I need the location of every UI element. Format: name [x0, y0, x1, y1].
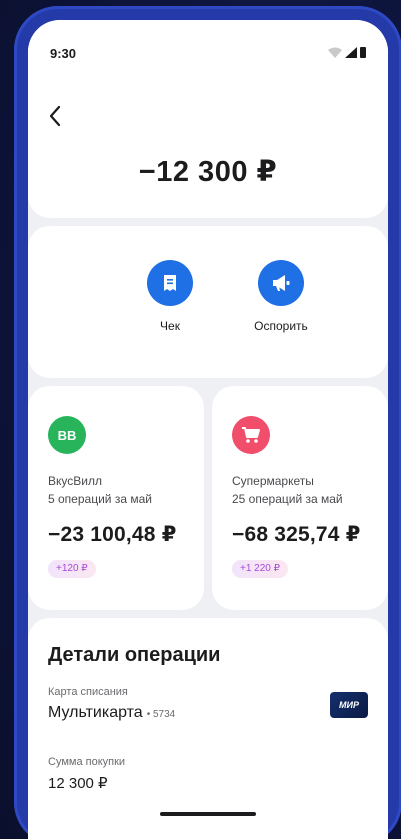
merchant-sum: −68 325,74 ₽: [232, 523, 361, 546]
bonus-badge: +120 ₽: [48, 560, 96, 578]
megaphone-icon: [273, 275, 290, 291]
bonus-badge: +1 220 ₽: [232, 560, 289, 578]
merchant-sum: −23 100,48 ₽: [48, 523, 177, 546]
merchant-ops: 25 операций за май: [232, 492, 343, 506]
mir-card-icon: МИР: [330, 692, 368, 718]
merchant-card-vkusvill[interactable]: ВВ ВкусВилл 5 операций за май −23 100,48…: [28, 386, 204, 610]
merchant-name: Супермаркеты: [232, 474, 314, 488]
cart-icon: [232, 416, 270, 454]
merchant-ops: 5 операций за май: [48, 492, 152, 506]
signal-icon: [345, 47, 357, 58]
merchant-name: ВкусВилл: [48, 474, 102, 488]
receipt-label: Чек: [160, 319, 180, 333]
status-icons: [328, 47, 366, 58]
battery-icon: [360, 47, 366, 58]
card-label: Карта списания: [48, 686, 128, 698]
home-indicator[interactable]: [160, 812, 256, 816]
status-time: 9:30: [50, 46, 77, 61]
operation-amount: −12 300 ₽: [138, 156, 278, 188]
card-name: Мультикарта: [48, 704, 143, 721]
card-name-row: Мультикарта • 5734: [48, 704, 175, 722]
back-arrow-icon[interactable]: [46, 104, 66, 128]
dispute-button[interactable]: Оспорить: [236, 260, 326, 333]
wifi-icon: [328, 47, 342, 58]
details-card: Детали операции Карта списания Мультикар…: [28, 618, 388, 839]
card-suffix: • 5734: [146, 709, 176, 720]
dispute-label: Оспорить: [254, 319, 308, 333]
sum-value: 12 300 ₽: [48, 775, 108, 792]
header-card: 9:30 −12 300 ₽: [28, 20, 388, 218]
screen: 9:30 −12 300 ₽ Чек Оспорить ВВ ВкусВилл …: [28, 20, 388, 839]
merchant-logo-icon: ВВ: [48, 416, 86, 454]
receipt-icon: [164, 275, 176, 291]
dispute-button-circle[interactable]: [258, 260, 304, 306]
phone-frame: 9:30 −12 300 ₽ Чек Оспорить ВВ ВкусВилл …: [14, 6, 401, 839]
merchant-card-supermarkets[interactable]: Супермаркеты 25 операций за май −68 325,…: [212, 386, 388, 610]
actions-card: Чек Оспорить: [28, 226, 388, 378]
sum-label: Сумма покупки: [48, 756, 126, 768]
receipt-button[interactable]: Чек: [125, 260, 215, 333]
details-title: Детали операции: [48, 644, 221, 666]
receipt-button-circle[interactable]: [147, 260, 193, 306]
